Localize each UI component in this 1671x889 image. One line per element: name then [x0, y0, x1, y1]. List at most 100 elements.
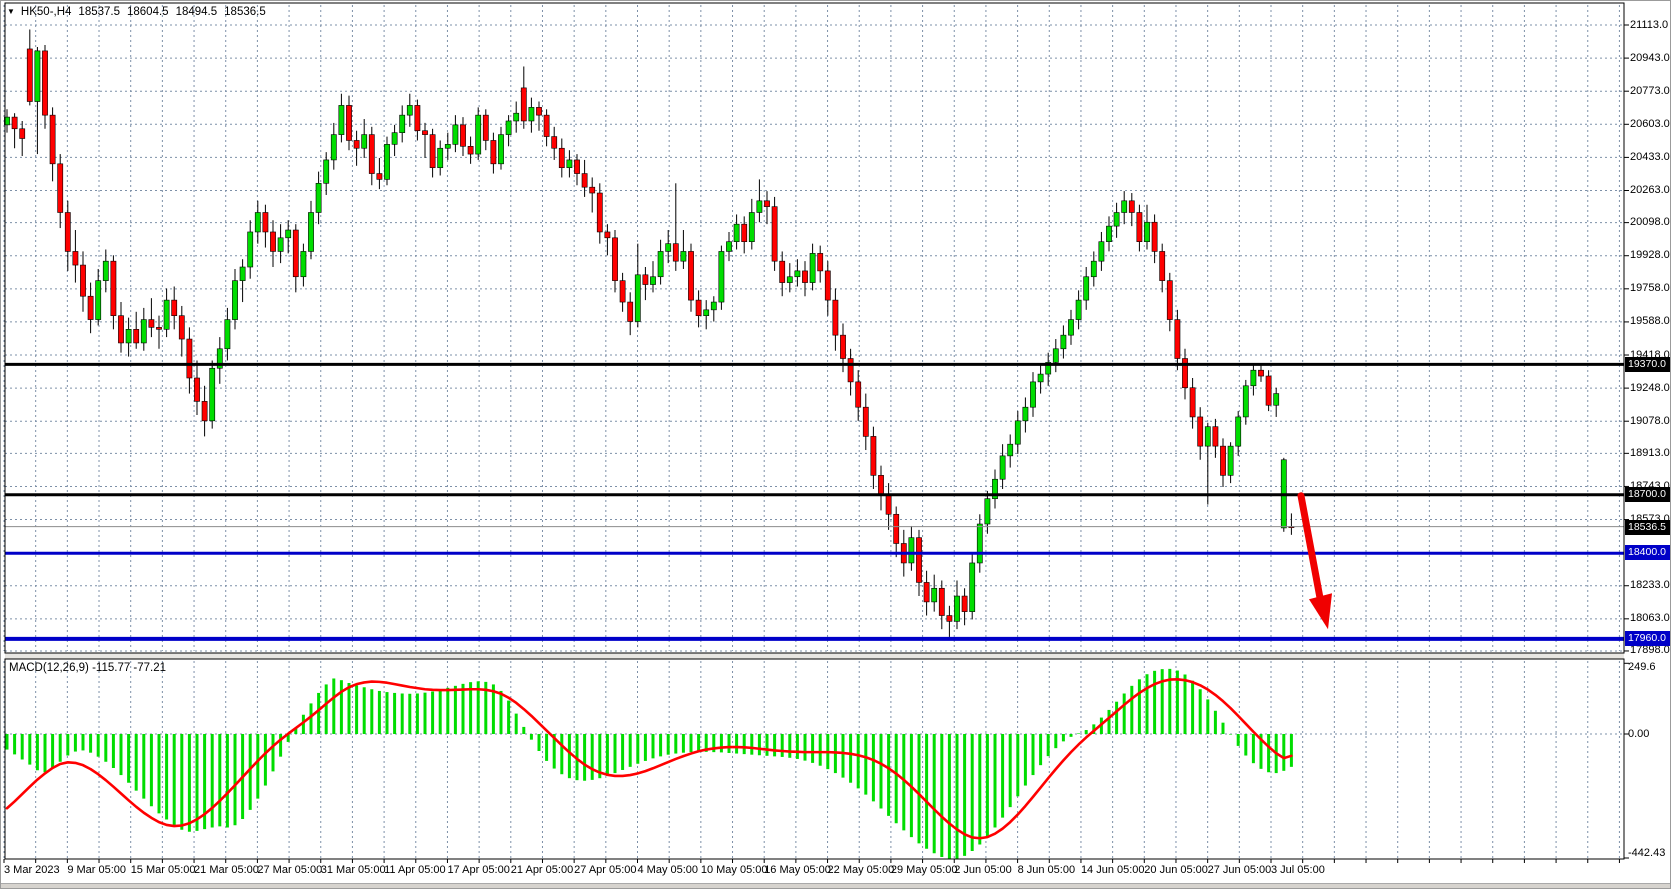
candle-bullish: [1084, 277, 1089, 300]
pane-separator[interactable]: [5, 653, 1624, 659]
candle-bearish: [1213, 427, 1218, 446]
price-tick-label: 18913.0: [1630, 447, 1670, 459]
price-tick-label: 19588.0: [1630, 315, 1670, 327]
candle-bullish: [339, 105, 344, 134]
ohlc-high: 18604.5: [127, 6, 169, 18]
candle-bearish: [772, 207, 777, 262]
price-badge-support-18700: 18700.0: [1625, 487, 1671, 502]
candle-bullish: [210, 368, 215, 421]
candle-bearish: [1266, 376, 1271, 405]
price-tick-label: 20773.0: [1630, 85, 1670, 97]
date-label: 17 Apr 05:00: [447, 864, 509, 876]
candle-bullish: [635, 275, 640, 322]
price-badge-target-17960: 17960.0: [1625, 631, 1671, 646]
candle-bearish: [50, 115, 55, 164]
candle-bearish: [1190, 388, 1195, 417]
candle-bearish: [612, 238, 617, 281]
candle-bearish: [80, 265, 85, 296]
date-label: 9 Mar 05:00: [67, 864, 126, 876]
price-badge-resistance-19370: 19370.0: [1625, 357, 1671, 372]
chart-menu-arrow-icon[interactable]: ▼: [7, 7, 15, 16]
candle-bearish: [118, 316, 123, 343]
candle-bearish: [12, 117, 17, 129]
candle-bullish: [1030, 382, 1035, 407]
candle-bearish: [643, 275, 648, 285]
candle-bearish: [179, 316, 184, 339]
date-label: 27 Jun 05:00: [1208, 864, 1272, 876]
candle-bearish: [369, 135, 374, 174]
price-tick-label: 19248.0: [1630, 382, 1670, 394]
ohlc-close: 18536.5: [224, 6, 266, 18]
candle-bearish: [156, 327, 161, 329]
candle-bearish: [88, 296, 93, 319]
price-tick-label: 19758.0: [1630, 282, 1670, 294]
candle-bullish: [126, 329, 131, 343]
candle-bullish: [650, 277, 655, 285]
candle-bearish: [354, 140, 359, 148]
candle-bearish: [172, 300, 177, 316]
candle-bullish: [734, 224, 739, 242]
candle-bullish: [749, 212, 754, 241]
candle-bullish: [567, 160, 572, 168]
price-tick-label: 18063.0: [1630, 612, 1670, 624]
candle-bearish: [764, 201, 769, 207]
candle-bullish: [658, 251, 663, 276]
price-tick-label: 19078.0: [1630, 415, 1670, 427]
price-tick-label: 20943.0: [1630, 52, 1670, 64]
candle-bullish: [96, 281, 101, 320]
candle-bearish: [780, 261, 785, 282]
price-tick-label: 17898.0: [1630, 644, 1670, 656]
candle-bullish: [103, 261, 108, 280]
chart-canvas: [1, 1, 1671, 889]
candle-bullish: [666, 244, 671, 252]
candle-bearish: [848, 359, 853, 382]
date-label: 20 Jun 05:00: [1144, 864, 1208, 876]
candle-bearish: [58, 164, 63, 213]
candle-bullish: [1114, 212, 1119, 226]
candle-bullish: [278, 238, 283, 252]
candle-bearish: [574, 160, 579, 174]
candle-bearish: [1160, 251, 1165, 280]
candle-bullish: [248, 232, 253, 267]
candle-bullish: [1236, 417, 1241, 446]
candle-bullish: [954, 596, 959, 621]
price-tick-label: 20263.0: [1630, 184, 1670, 196]
candle-bullish: [1251, 370, 1256, 386]
candle-bullish: [308, 212, 313, 251]
candle-bearish: [856, 382, 861, 407]
candle-bullish: [985, 499, 990, 524]
candle-bullish: [453, 125, 458, 144]
candle-bearish: [149, 320, 154, 328]
candle-bearish: [597, 193, 602, 232]
candle-bearish: [696, 300, 701, 316]
window-bottom-strip: [1, 883, 1670, 889]
candle-bullish: [970, 563, 975, 612]
chart-window: ▼HK50-,H418537.518604.518494.518536.5 MA…: [0, 0, 1671, 889]
price-tick-label: 19928.0: [1630, 249, 1670, 261]
date-label: 22 May 05:00: [828, 864, 895, 876]
candle-bearish: [111, 261, 116, 316]
candle-bullish: [141, 320, 146, 343]
candle-bearish: [894, 514, 899, 543]
candle-bullish: [1053, 349, 1058, 363]
date-label: 4 May 05:00: [638, 864, 699, 876]
candle-bearish: [1175, 320, 1180, 359]
candle-bearish: [802, 271, 807, 283]
candle-bullish: [384, 144, 389, 179]
candle-bearish: [688, 251, 693, 300]
price-badge-bid-18536: 18536.5: [1625, 520, 1671, 535]
candle-bullish: [286, 230, 291, 238]
candle-bullish: [1205, 427, 1210, 446]
candle-bullish: [1061, 335, 1066, 349]
candle-bearish: [552, 137, 557, 149]
candle-bullish: [1106, 226, 1111, 242]
candle-bearish: [202, 401, 207, 420]
date-label: 21 Mar 05:00: [194, 864, 259, 876]
candle-bearish: [1220, 446, 1225, 475]
candle-bearish: [377, 174, 382, 180]
candle-bearish: [544, 115, 549, 136]
date-label: 3 Jul 05:00: [1271, 864, 1325, 876]
candle-bullish: [445, 144, 450, 148]
candle-bullish: [331, 135, 336, 160]
candle-bullish: [240, 267, 245, 281]
